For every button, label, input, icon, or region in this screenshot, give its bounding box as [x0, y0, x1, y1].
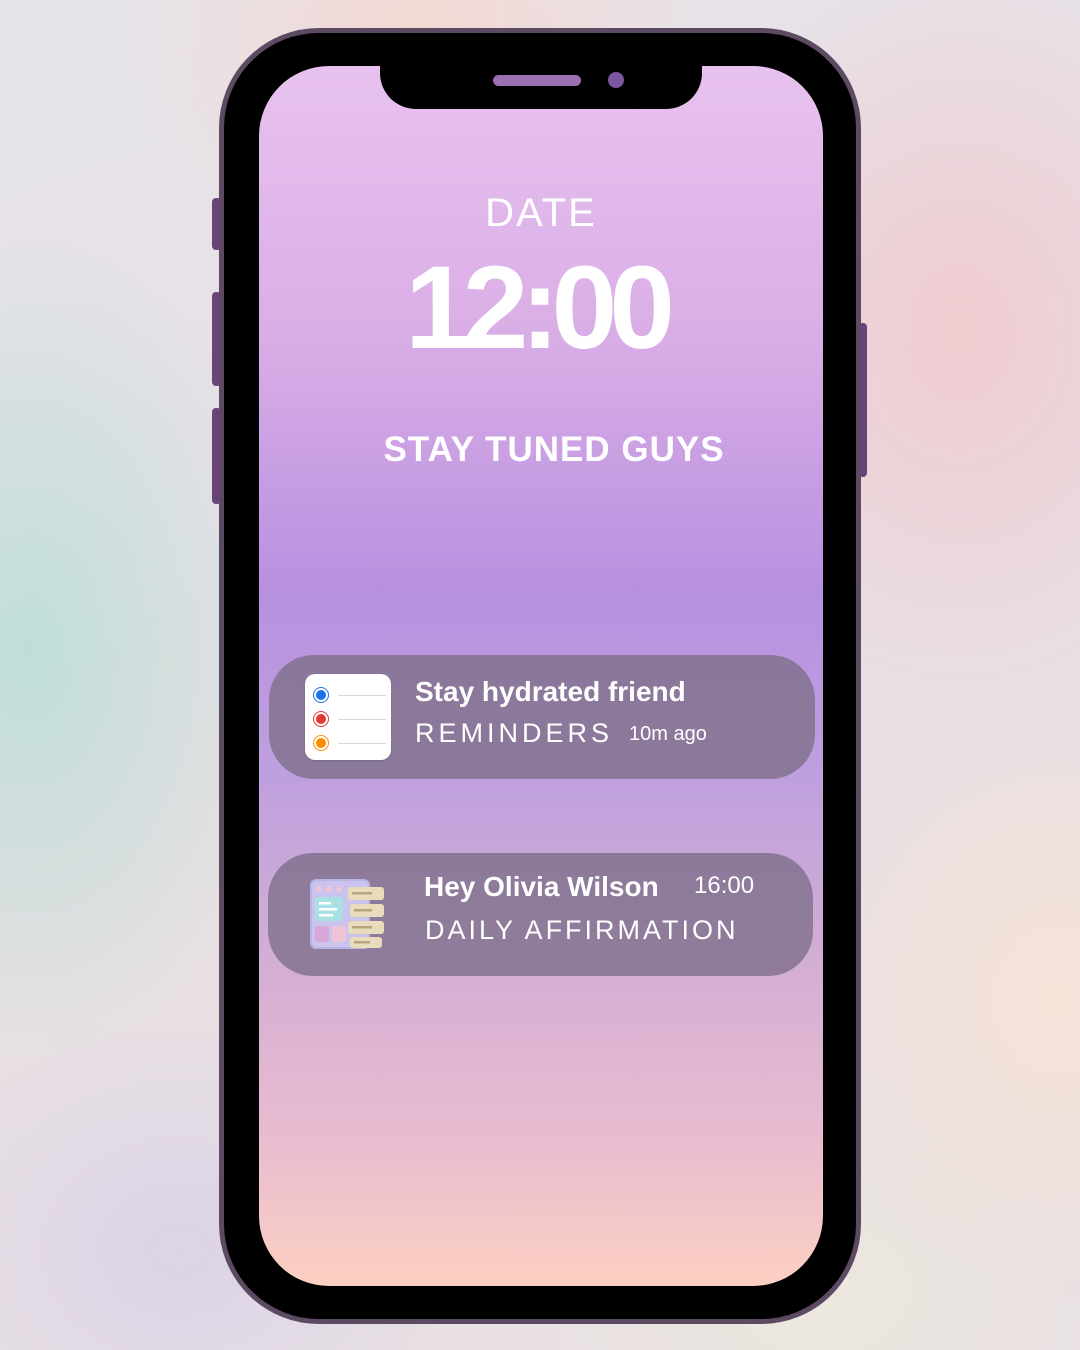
clock-time: 12:00: [405, 242, 675, 374]
notification-time: 16:00: [694, 872, 755, 899]
front-camera: [608, 72, 624, 88]
speaker-grille: [493, 75, 581, 86]
phone-frame: DATE 12:00 STAY TUNED GUYS Stay hydrated: [219, 28, 861, 1324]
notification-daily-affirmation[interactable]: Hey Olivia Wilson 16:00 DAILY AFFIRMATIO…: [268, 853, 813, 976]
lock-screen-tagline: STAY TUNED GUYS: [383, 430, 725, 469]
notification-reminders[interactable]: Stay hydrated friend REMINDERS 10m ago: [269, 655, 815, 779]
notch: [380, 66, 702, 109]
notification-title: Stay hydrated friend: [415, 676, 686, 707]
reminders-app-icon: [305, 674, 391, 760]
notification-app-name: REMINDERS: [415, 718, 614, 748]
lock-screen: DATE 12:00 STAY TUNED GUYS Stay hydrated: [259, 66, 823, 1286]
notification-app-name: DAILY AFFIRMATION: [425, 915, 739, 945]
notification-time: 10m ago: [629, 723, 707, 745]
date-label: DATE: [485, 191, 597, 235]
notification-title: Hey Olivia Wilson: [424, 871, 659, 902]
dashboard-board-icon: [306, 873, 390, 957]
